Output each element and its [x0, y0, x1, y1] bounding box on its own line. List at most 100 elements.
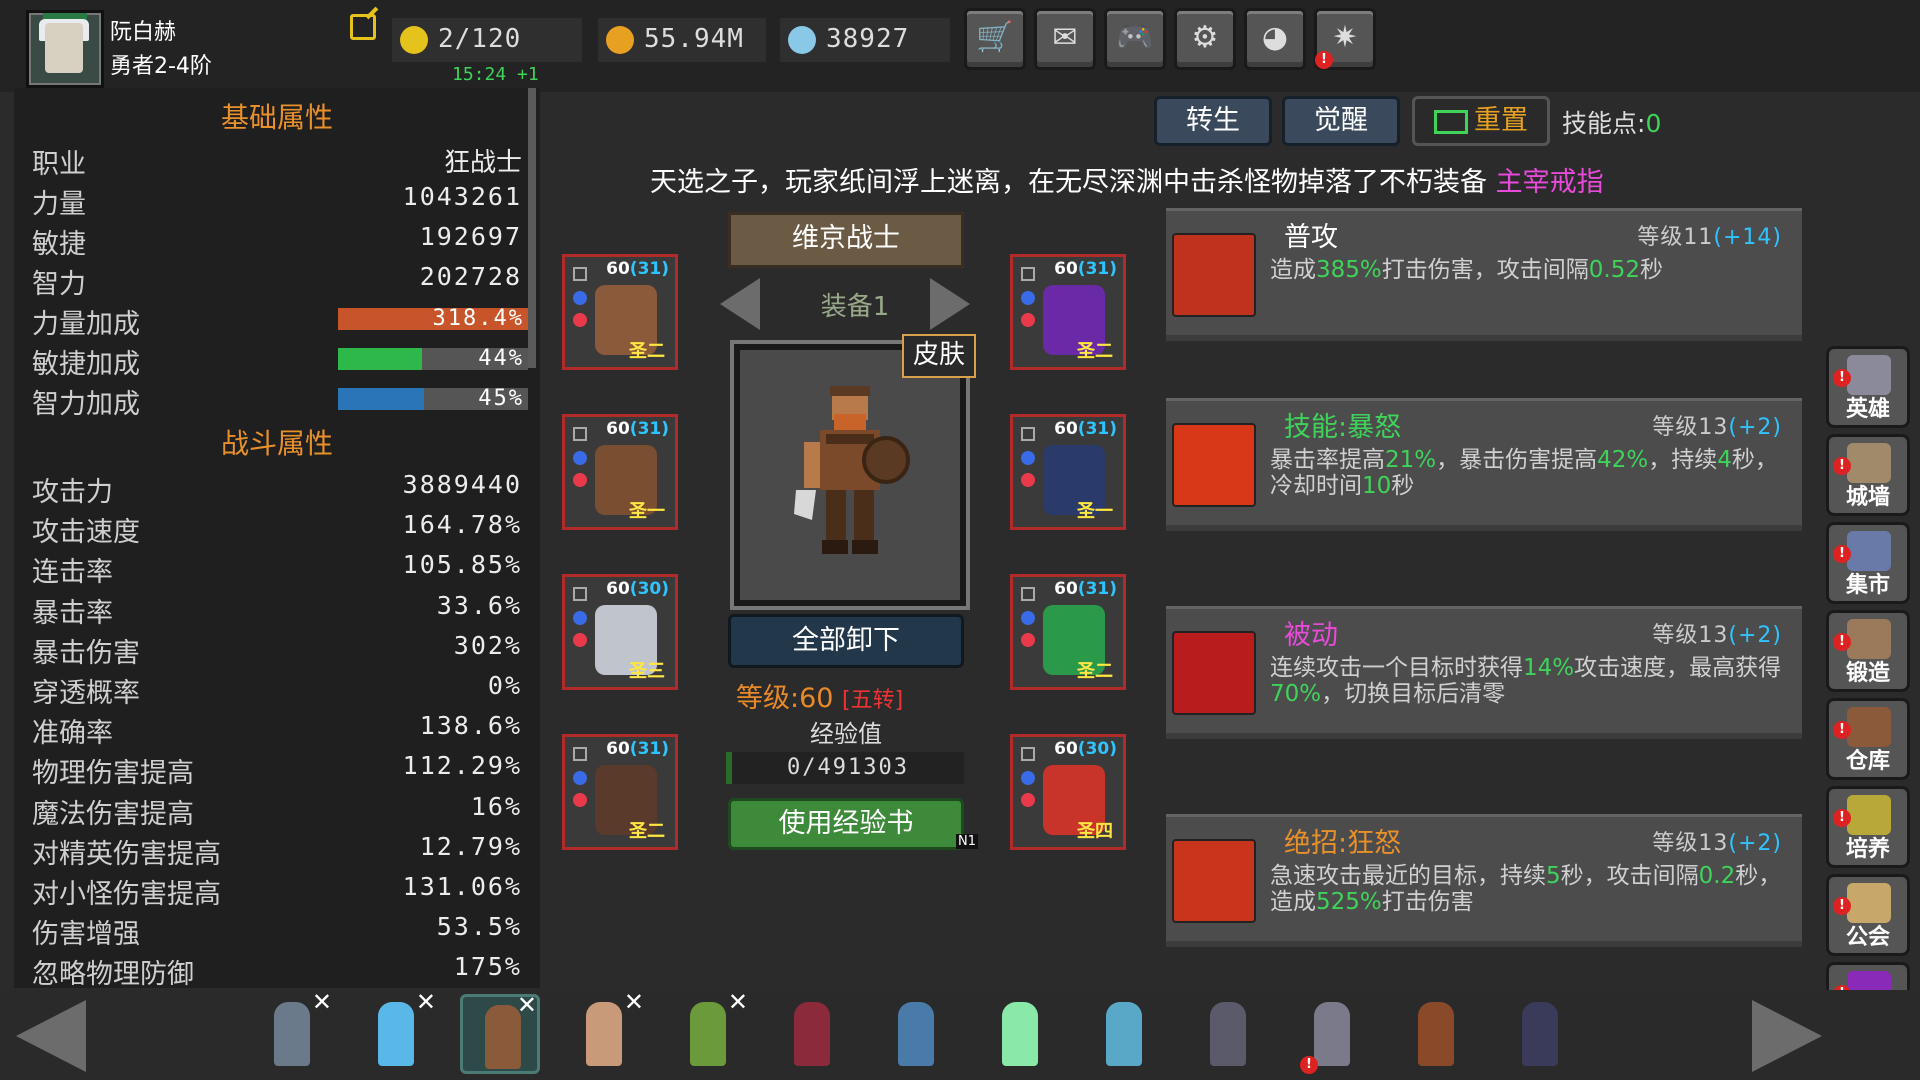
skill-level-bonus: (+2): [1728, 623, 1782, 648]
skill-level: 等级13(+2): [1652, 825, 1782, 857]
equipment-slot[interactable]: 60(31) 圣二: [1010, 254, 1126, 370]
hero-class-title: 维京战士: [728, 212, 964, 268]
item-level-value: 60: [1054, 259, 1078, 279]
attr-label: 攻击力: [32, 477, 113, 508]
hero-slot[interactable]: ✕: [460, 991, 540, 1074]
lock-icon[interactable]: [1021, 747, 1035, 761]
equipment-slot[interactable]: 60(31) 圣二: [562, 254, 678, 370]
menu-label: 培养: [1845, 837, 1890, 862]
menu-guild-button[interactable]: ! 公会: [1826, 874, 1910, 956]
skill-icon: [1172, 233, 1256, 317]
alert-badge: !: [1833, 809, 1851, 827]
lock-icon[interactable]: [573, 747, 587, 761]
item-level: 60(31): [606, 419, 669, 439]
fireworks-button[interactable]: ✷!: [1314, 8, 1376, 70]
item-level: 60(31): [606, 259, 669, 279]
hero-slot[interactable]: !: [1292, 994, 1372, 1074]
item-tier: 圣一: [1077, 501, 1113, 522]
equipment-slot[interactable]: 60(30) 圣三: [562, 574, 678, 690]
gold-counter[interactable]: 55.94M: [598, 18, 766, 62]
hero-slot[interactable]: ✕: [668, 988, 748, 1074]
equipment-slot[interactable]: 60(31) 圣二: [562, 734, 678, 850]
item-enhance: (30): [629, 579, 669, 599]
socket-gem-icon: [1021, 633, 1035, 647]
skill-desc-value: 525%: [1316, 889, 1382, 915]
skill-card[interactable]: 绝招:狂怒 等级13(+2) 急速攻击最近的目标，持续5秒，攻击间隔0.2秒，造成5…: [1166, 814, 1802, 947]
hero-prev-arrow-icon[interactable]: [16, 1000, 86, 1072]
prev-set-arrow-icon[interactable]: [720, 278, 760, 330]
attr-value: 狂战士: [443, 148, 522, 178]
lock-icon[interactable]: [573, 427, 587, 441]
hero-slot[interactable]: [1084, 994, 1164, 1074]
next-set-arrow-icon[interactable]: [930, 278, 970, 330]
skill-icon: [1172, 423, 1256, 507]
attr-label: 伤害增强: [32, 919, 140, 951]
mail-button[interactable]: ✉: [1034, 8, 1096, 70]
alert-badge: !: [1833, 897, 1851, 915]
gear-button[interactable]: ⚙: [1174, 8, 1236, 70]
shop-cart-icon: 🛒: [976, 20, 1014, 55]
skill-card[interactable]: 普攻 等级11(+14) 造成385%打击伤害，攻击间隔0.52秒: [1166, 208, 1802, 341]
close-icon[interactable]: ✕: [416, 988, 436, 1016]
hero-slot[interactable]: ✕: [356, 988, 436, 1074]
equipment-slot[interactable]: 60(31) 圣一: [562, 414, 678, 530]
use-exp-book-button[interactable]: 使用经验书: [728, 798, 964, 850]
menu-market-button[interactable]: ! 集市: [1826, 522, 1910, 604]
hero-slot[interactable]: [1396, 994, 1476, 1074]
hero-slot[interactable]: [1188, 994, 1268, 1074]
hero-slot[interactable]: ✕: [564, 988, 644, 1074]
hero-next-arrow-icon[interactable]: [1752, 1000, 1822, 1072]
item-level-value: 60: [606, 739, 630, 759]
attr-value: 16%: [470, 791, 522, 821]
hero-slot[interactable]: [980, 994, 1060, 1074]
item-enhance: (31): [629, 259, 669, 279]
menu-warehouse-button[interactable]: ! 仓库: [1826, 698, 1910, 780]
energy-timer: 15:24 +1: [452, 64, 539, 85]
socket-gem-icon: [573, 473, 587, 487]
gem-counter[interactable]: 38927: [780, 18, 950, 62]
attribute-scrollbar[interactable]: [528, 88, 536, 368]
lock-icon[interactable]: [1021, 587, 1035, 601]
unequip-all-button[interactable]: 全部卸下: [728, 614, 964, 668]
lock-icon[interactable]: [573, 267, 587, 281]
hero-sprite: [274, 1002, 310, 1066]
color-wheel-icon: ◕: [1261, 20, 1289, 55]
skill-card[interactable]: 技能:暴怒 等级13(+2) 暴击率提高21%，暴击伤害提高42%，持续4秒，冷却时…: [1166, 398, 1802, 531]
item-enhance: (31): [1077, 419, 1117, 439]
skill-level-text: 等级13: [1652, 623, 1729, 648]
hero-slot[interactable]: [1500, 994, 1580, 1074]
reset-skills-button[interactable]: 重置: [1412, 96, 1550, 146]
skin-button[interactable]: 皮肤: [902, 334, 976, 378]
menu-hero-button[interactable]: ! 英雄: [1826, 346, 1910, 428]
skill-level-bonus: (+2): [1728, 415, 1782, 440]
shop-cart-button[interactable]: 🛒: [964, 8, 1026, 70]
skill-card[interactable]: 被动 等级13(+2) 连续攻击一个目标时获得14%攻击速度，最高获得 70%，切换目…: [1166, 606, 1802, 739]
hero-slot[interactable]: [772, 994, 852, 1074]
alert-badge: !: [1833, 457, 1851, 475]
menu-wall-button[interactable]: ! 城墙: [1826, 434, 1910, 516]
equipment-slot[interactable]: 60(31) 圣二: [1010, 574, 1126, 690]
close-icon[interactable]: ✕: [517, 991, 537, 1019]
rebirth-tab[interactable]: 转生: [1154, 96, 1272, 146]
menu-forge-button[interactable]: ! 锻造: [1826, 610, 1910, 692]
lock-icon[interactable]: [1021, 267, 1035, 281]
bonus-value: 44%: [478, 346, 524, 371]
equipment-slot[interactable]: 60(31) 圣一: [1010, 414, 1126, 530]
equipment-slot[interactable]: 60(30) 圣四: [1010, 734, 1126, 850]
close-icon[interactable]: ✕: [728, 988, 748, 1016]
attr-value: 302%: [453, 630, 522, 660]
close-icon[interactable]: ✕: [624, 988, 644, 1016]
edit-name-icon[interactable]: [350, 14, 376, 40]
hero-slot[interactable]: ✕: [252, 988, 332, 1074]
skill-desc-text: 打击伤害，攻击间隔: [1381, 257, 1589, 283]
lock-icon[interactable]: [1021, 427, 1035, 441]
close-icon[interactable]: ✕: [312, 988, 332, 1016]
lock-icon[interactable]: [573, 587, 587, 601]
gamepad-button[interactable]: 🎮: [1104, 8, 1166, 70]
player-avatar[interactable]: [26, 10, 104, 88]
awaken-tab[interactable]: 觉醒: [1282, 96, 1400, 146]
menu-train-button[interactable]: ! 培养: [1826, 786, 1910, 868]
color-wheel-button[interactable]: ◕: [1244, 8, 1306, 70]
hero-slot[interactable]: [876, 994, 956, 1074]
energy-counter[interactable]: 2/120: [392, 18, 582, 62]
